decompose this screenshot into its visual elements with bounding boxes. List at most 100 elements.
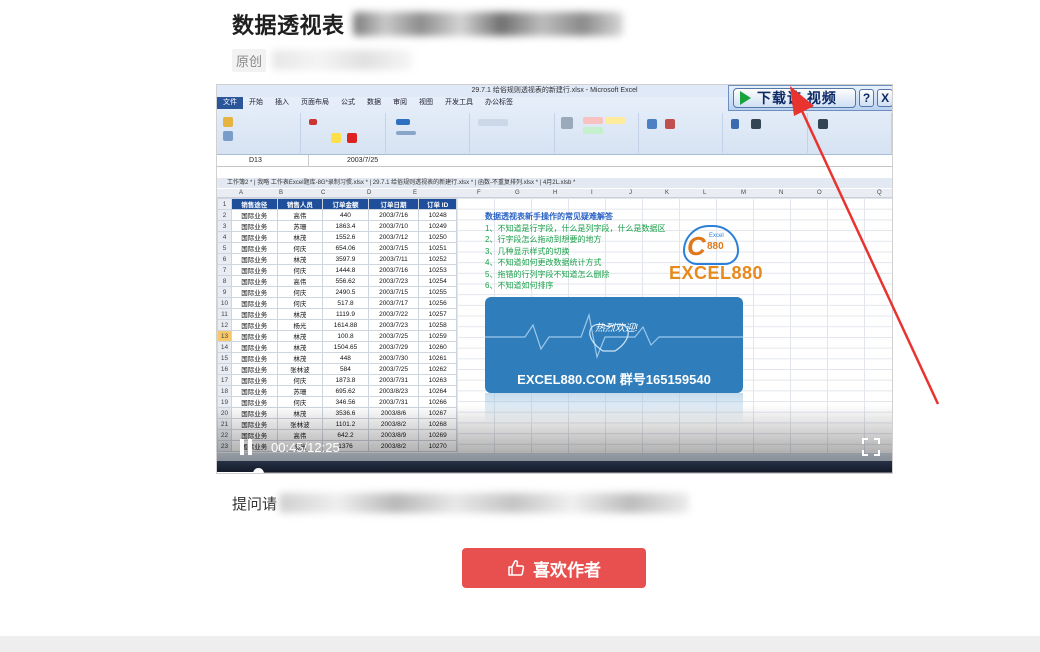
banner-text: EXCEL880.COM 群号165159540 <box>517 372 711 387</box>
row-number: 10 <box>217 297 232 309</box>
help-list: 数据透视表新手操作的常见疑难解答 1、不知道是行字段，什么是列字段，什么是数据区… <box>485 211 665 292</box>
excel-tab: 审阅 <box>393 99 407 106</box>
table-cell: 10248 <box>418 209 457 221</box>
table-cell: 何庆 <box>276 242 324 254</box>
table-cell: 1504.65 <box>322 341 369 353</box>
table-cell: 2003/7/25 <box>367 363 420 375</box>
excel-workbook-tabs: 工作簿2 * | 我略 工作表Excel题库-8G*录制习惯.xlsx * | … <box>217 178 892 188</box>
table-cell: 国际业务 <box>231 209 278 221</box>
table-cell: 国际业务 <box>231 220 278 232</box>
column-header: J <box>629 190 632 196</box>
table-cell: 2003/7/23 <box>367 275 420 287</box>
column-header: G <box>515 190 520 196</box>
help-item: 3、几种显示样式的切换 <box>485 246 570 256</box>
column-header: Q <box>877 190 882 196</box>
table-row: 17 国际业务 何庆 1873.8 2003/7/31 10263 <box>217 374 457 386</box>
table-row: 5 国际业务 何庆 654.06 2003/7/15 10251 <box>217 242 457 254</box>
table-cell: 10261 <box>418 352 457 364</box>
column-header: N <box>779 190 784 196</box>
help-item: 4、不知道如何更改数据统计方式 <box>485 258 602 267</box>
row-number: 6 <box>217 253 232 265</box>
table-cell: 1614.88 <box>322 319 369 331</box>
column-header: C <box>321 190 326 196</box>
row-number: 7 <box>217 264 232 276</box>
table-row: 15 国际业务 林茂 448 2003/7/30 10261 <box>217 352 457 364</box>
fullscreen-icon[interactable] <box>862 438 880 456</box>
row-number: 8 <box>217 275 232 287</box>
excel-tab: 视图 <box>419 99 433 106</box>
table-cell: 1119.9 <box>322 308 369 320</box>
table-cell: 2003/7/17 <box>367 297 420 309</box>
table-cell: 订单日期 <box>367 198 420 210</box>
table-cell: 695.62 <box>322 385 369 397</box>
table-cell: 国际业务 <box>231 253 278 265</box>
table-row: 1 销售途径 销售人员 订单金额 订单日期 订单 ID <box>217 198 457 210</box>
logo-brand: EXCEL880 <box>669 263 764 283</box>
row-number: 1 <box>217 198 232 210</box>
table-row: 6 国际业务 林茂 3597.9 2003/7/11 10252 <box>217 253 457 265</box>
table-cell: 国际业务 <box>231 297 278 309</box>
download-video-button[interactable]: 下载该 视频 <box>733 88 856 108</box>
pause-icon[interactable] <box>239 439 253 455</box>
table-cell: 销售途径 <box>231 198 278 210</box>
table-row: 10 国际业务 何庆 517.8 2003/7/17 10256 <box>217 297 457 309</box>
table-cell: 2003/7/31 <box>367 374 420 386</box>
row-number: 13 <box>217 330 232 342</box>
table-cell: 苏珊 <box>276 385 324 397</box>
ribbon-group-styles <box>555 113 639 153</box>
video-progress-knob[interactable] <box>252 468 264 473</box>
table-row: 11 国际业务 林茂 1119.9 2003/7/22 10257 <box>217 308 457 320</box>
table-cell: 10264 <box>418 385 457 397</box>
table-cell: 高伟 <box>276 209 324 221</box>
like-author-button[interactable]: 喜欢作者 <box>462 548 646 588</box>
row-number: 4 <box>217 231 232 243</box>
table-cell: 何庆 <box>276 374 324 386</box>
excel-tab: 数据 <box>367 99 381 106</box>
column-header: A <box>239 190 244 196</box>
table-cell: 国际业务 <box>231 363 278 375</box>
table-cell: 国际业务 <box>231 286 278 298</box>
question-label: 提问请 <box>232 495 278 513</box>
ribbon-group-new <box>808 113 892 153</box>
row-number: 11 <box>217 308 232 320</box>
table-cell: 国际业务 <box>231 374 278 386</box>
table-cell: 2490.5 <box>322 286 369 298</box>
thumbs-up-icon <box>508 560 525 576</box>
table-cell: 2003/7/29 <box>367 341 420 353</box>
play-icon <box>740 91 751 105</box>
row-number: 18 <box>217 385 232 397</box>
table-cell: 10250 <box>418 231 457 243</box>
table-row: 2 国际业务 高伟 440 2003/7/16 10248 <box>217 209 457 221</box>
table-cell: 林茂 <box>276 352 324 364</box>
table-cell: 1444.8 <box>322 264 369 276</box>
excel-tab: 插入 <box>275 99 289 106</box>
close-button[interactable]: X <box>877 89 892 107</box>
table-cell: 1873.8 <box>322 374 369 386</box>
row-number: 15 <box>217 352 232 364</box>
help-item: 5、拖错的行列字段不知道怎么删除 <box>485 269 610 279</box>
table-cell: 2003/7/16 <box>367 209 420 221</box>
column-header: O <box>817 190 822 196</box>
video-player[interactable]: 29.7.1 给俗规则透视表的新建行.xlsx - Microsoft Exce… <box>216 84 893 474</box>
table-row: 8 国际业务 高伟 556.62 2003/7/23 10254 <box>217 275 457 287</box>
table-cell: 10258 <box>418 319 457 331</box>
table-cell: 2003/7/25 <box>367 330 420 342</box>
table-row: 16 国际业务 张林波 584 2003/7/25 10262 <box>217 363 457 375</box>
column-header: I <box>591 190 593 196</box>
table-cell: 584 <box>322 363 369 375</box>
table-cell: 国际业务 <box>231 275 278 287</box>
excel-tab: 公式 <box>341 99 355 106</box>
column-header: B <box>279 190 284 196</box>
blurred-author <box>272 50 413 70</box>
video-progress-bar[interactable] <box>217 468 892 473</box>
help-button[interactable]: ? <box>858 89 875 107</box>
table-cell: 林茂 <box>276 308 324 320</box>
question-row: 提问请 <box>232 492 690 514</box>
download-toolbar: 下载该 视频 ? X <box>728 85 892 111</box>
table-cell: 10249 <box>418 220 457 232</box>
column-header: H <box>553 190 558 196</box>
table-cell: 10251 <box>418 242 457 254</box>
table-cell: 10257 <box>418 308 457 320</box>
banner-welcome: 热烈欢迎! <box>595 323 638 334</box>
table-cell: 10252 <box>418 253 457 265</box>
